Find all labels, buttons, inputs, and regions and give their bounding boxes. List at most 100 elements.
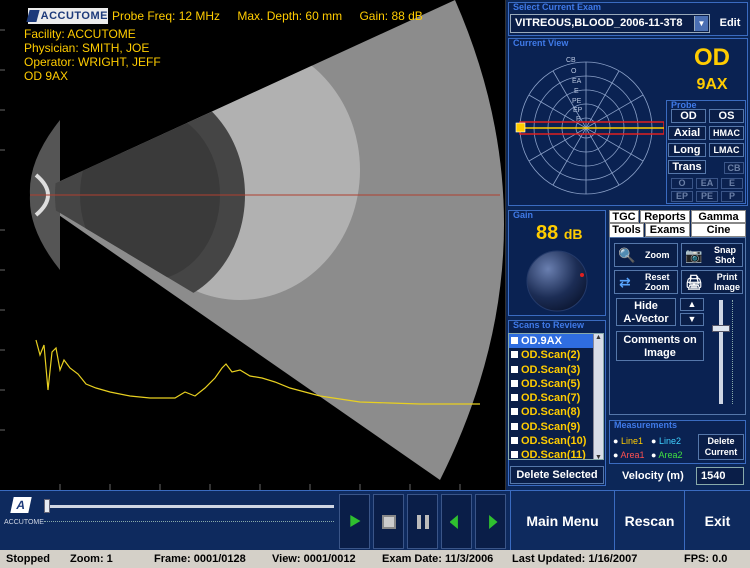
facility-label: Facility: ACCUTOME [24, 27, 136, 41]
hide-a-vector-button[interactable]: Hide A-Vector [616, 298, 676, 326]
tab-gamma[interactable]: Gamma [691, 210, 746, 223]
zoom-button[interactable]: 🔍 Zoom [614, 243, 678, 267]
gain-knob[interactable] [524, 248, 590, 314]
status-fps: FPS: 0.0 [684, 553, 728, 565]
list-item-label: OD.Scan(11) [521, 449, 586, 460]
pe-button[interactable]: PE [696, 191, 718, 202]
ea-button[interactable]: EA [696, 178, 718, 189]
scans-list[interactable]: OD.9AX OD.Scan(2) OD.Scan(3) OD.Scan(5) … [508, 333, 604, 460]
checkbox-icon[interactable] [511, 379, 518, 387]
exit-button[interactable]: Exit [684, 491, 750, 551]
tab-exams[interactable]: Exams [645, 223, 690, 237]
gain-unit: dB [563, 226, 583, 242]
list-item[interactable]: OD.Scan(2) [509, 348, 603, 362]
checkbox-icon[interactable] [511, 451, 518, 459]
play-button[interactable] [339, 494, 370, 549]
list-item[interactable]: OD.9AX [509, 334, 603, 349]
list-item-label: OD.9AX [521, 335, 562, 347]
clock-chart[interactable]: CB O EA E PE EP P [514, 46, 664, 202]
scans-scrollbar[interactable]: ▲ ▼ [593, 334, 603, 459]
tab-tgc[interactable]: TGC [609, 210, 639, 223]
stop-button[interactable] [373, 494, 404, 549]
list-item[interactable]: OD.Scan(5) [509, 377, 603, 391]
play-icon [350, 515, 361, 527]
lmac-button[interactable]: LMAC [709, 143, 744, 157]
checkbox-icon[interactable] [511, 408, 518, 416]
area2-radio[interactable]: ● Area2 [651, 450, 682, 460]
printer-icon: 🖨 [685, 274, 703, 290]
probe-marker-icon[interactable] [515, 122, 526, 133]
delete-current-button[interactable]: Delete Current [698, 434, 744, 460]
snap-shot-button[interactable]: 📷 Snap Shot [681, 243, 743, 267]
checkbox-icon[interactable] [511, 351, 518, 359]
area1-radio[interactable]: ● Area1 [613, 450, 644, 460]
current-eye: OD [694, 44, 730, 71]
clock-label-pe: PE [572, 98, 582, 105]
cb-button[interactable]: CB [724, 162, 744, 174]
velocity-input[interactable]: 1540 [696, 467, 744, 485]
print-image-button[interactable]: 🖨 Print Image [681, 270, 743, 294]
checkbox-icon[interactable] [511, 394, 518, 402]
tab-cine[interactable]: Cine [691, 223, 746, 237]
e-button[interactable]: E [721, 178, 743, 189]
cine-scrubber-track[interactable] [44, 505, 334, 508]
arrow-up-button[interactable]: ▲ [680, 298, 704, 311]
chevron-down-icon[interactable]: ▼ [694, 16, 708, 31]
os-button[interactable]: OS [709, 109, 744, 123]
status-state: Stopped [6, 553, 50, 565]
scroll-up-icon[interactable]: ▲ [594, 334, 603, 341]
comments-on-image-button[interactable]: Comments on Image [616, 331, 704, 361]
trans-button[interactable]: Trans [668, 160, 706, 174]
scan-display[interactable]: ACCUTOME Probe Freq: 12 MHz Max. Depth: … [0, 0, 506, 490]
reset-zoom-label: Reset Zoom [645, 272, 670, 292]
gain-title: Gain [513, 210, 534, 220]
step-back-button[interactable] [441, 494, 472, 549]
accutome-small-logo: A [8, 497, 34, 517]
velocity-label: Velocity (m) [622, 470, 684, 482]
tab-tools[interactable]: Tools [609, 223, 644, 237]
arrow-up-icon: ▲ [687, 299, 697, 309]
a-vector-label: A-Vector [623, 313, 669, 325]
checkbox-icon[interactable] [511, 365, 518, 373]
pause-button[interactable] [407, 494, 438, 549]
arrow-down-button[interactable]: ▼ [680, 313, 704, 326]
cine-scrubber-thumb[interactable] [44, 499, 50, 513]
o-button[interactable]: O [671, 178, 693, 189]
rescan-button[interactable]: Rescan [614, 491, 684, 551]
line2-radio[interactable]: ● Line2 [651, 436, 681, 446]
checkbox-icon[interactable] [511, 437, 518, 445]
tab-reports[interactable]: Reports [640, 210, 690, 223]
gain-readout: Gain: 88 dB [359, 9, 423, 23]
axial-button[interactable]: Axial [668, 126, 706, 140]
ep-button[interactable]: EP [671, 191, 693, 202]
current-position: 9AX [696, 76, 728, 93]
line1-label: Line1 [620, 436, 643, 446]
list-item[interactable]: OD.Scan(11) [509, 448, 603, 460]
checkbox-icon[interactable] [511, 337, 518, 344]
list-item-label: OD.Scan(3) [521, 363, 581, 376]
delete-selected-button[interactable]: Delete Selected [510, 466, 604, 484]
list-item[interactable]: OD.Scan(3) [509, 363, 603, 377]
reset-zoom-button[interactable]: ⇄ Reset Zoom [614, 270, 678, 294]
gain-number: 88 [536, 222, 559, 244]
gamma-slider-thumb[interactable] [712, 325, 730, 332]
list-item[interactable]: OD.Scan(10) [509, 434, 603, 448]
list-item[interactable]: OD.Scan(7) [509, 391, 603, 405]
status-frame: Frame: 0001/0128 [154, 553, 246, 565]
list-item[interactable]: OD.Scan(8) [509, 405, 603, 419]
od-button[interactable]: OD [671, 109, 706, 123]
hmac-button[interactable]: HMAC [709, 126, 744, 140]
edit-button[interactable]: Edit [714, 14, 746, 33]
checkbox-icon[interactable] [511, 422, 518, 430]
measurements-title: Measurements [614, 420, 678, 430]
main-menu-button[interactable]: Main Menu [510, 491, 614, 551]
status-exam-date: Exam Date: 11/3/2006 [382, 553, 494, 565]
line1-radio[interactable]: ● Line1 [613, 436, 643, 446]
gamma-slider-track[interactable] [719, 300, 723, 404]
long-button[interactable]: Long [668, 143, 706, 157]
list-item[interactable]: OD.Scan(9) [509, 420, 603, 434]
exam-select[interactable]: VITREOUS,BLOOD_2006-11-3T8 ▼ [510, 14, 710, 33]
clock-label-cb: CB [566, 57, 576, 64]
p-button[interactable]: P [721, 191, 743, 202]
step-forward-button[interactable] [475, 494, 506, 549]
